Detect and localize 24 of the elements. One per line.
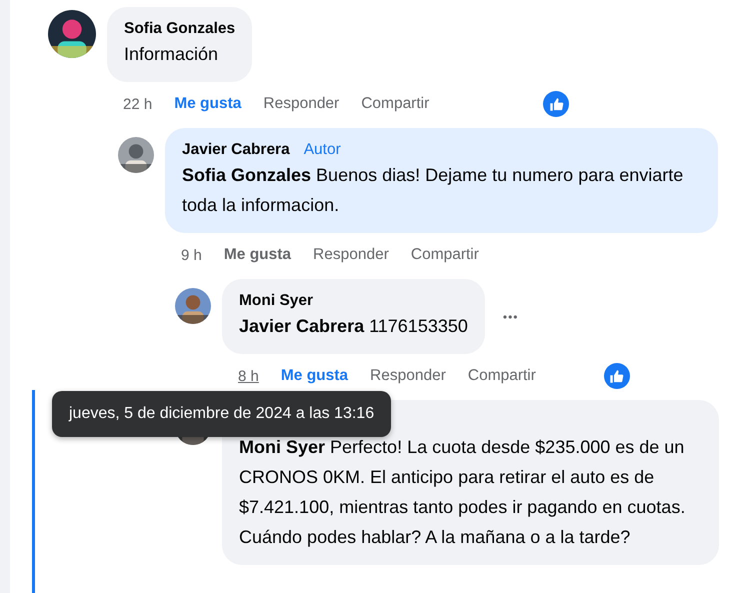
timestamp-tooltip: jueves, 5 de diciembre de 2024 a las 13:16 [52,391,392,437]
comment-time[interactable]: 8 h [238,368,259,384]
reply-link[interactable]: Responder [313,246,389,264]
comment-text: Javier Cabrera 1176153350 [239,315,468,338]
reply-link[interactable]: Responder [263,95,340,113]
like-link[interactable]: Me gusta [224,246,292,264]
author-name[interactable]: Sofia Gonzales [124,19,236,39]
author-name[interactable]: Javier Cabrera [182,140,290,160]
like-link[interactable]: Me gusta [280,367,348,385]
reply-link[interactable]: Responder [370,367,446,385]
share-link[interactable]: Compartir [468,367,536,385]
more-icon[interactable]: ••• [502,310,518,324]
comment-time[interactable]: 22 h [123,96,152,112]
share-link[interactable]: Compartir [410,246,479,264]
like-link[interactable]: Me gusta [174,95,242,113]
comment-text: Información [124,43,220,66]
author-label: Autor [304,140,341,160]
comment-text: Sofia Gonzales Buenos dias! Dejame tu numero para enviarte toda la informacion. [182,164,684,217]
comment-text: Moni Syer Perfecto! La cuota desde $235.000 es de un CRONOS 0KM. El anticipo para retirar el auto es de $7.421.100, mientras tanto podes ir pagando en cuotas. Cuándo podes hablar? A la mañana o a la tarde? [239,436,686,549]
like-reaction-icon[interactable] [604,363,630,389]
share-link[interactable]: Compartir [361,95,430,113]
comment-time[interactable]: 9 h [181,246,202,264]
like-reaction-icon[interactable] [543,91,570,117]
author-name[interactable]: Moni Syer [239,291,314,311]
